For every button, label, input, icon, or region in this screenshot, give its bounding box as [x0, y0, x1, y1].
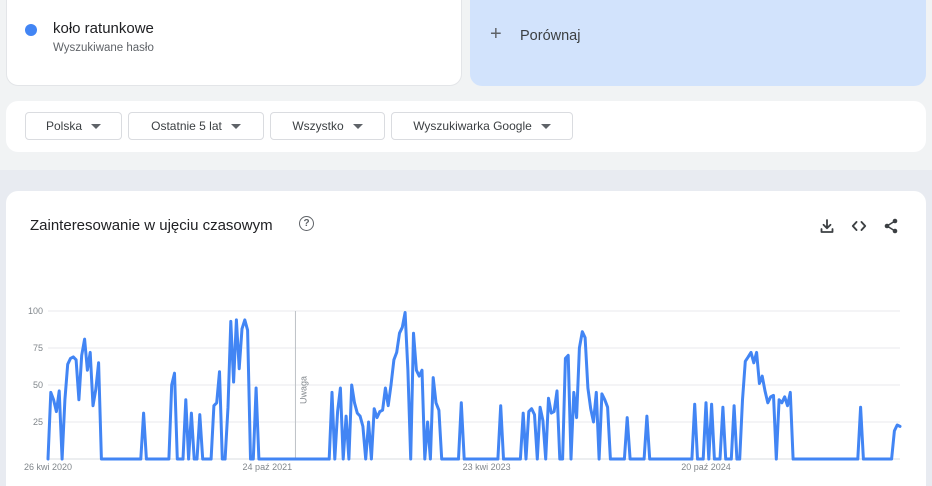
search-term-card[interactable]: koło ratunkowe Wyszukiwane hasło	[6, 0, 462, 86]
filter-category-label: Wszystko	[292, 119, 344, 133]
filter-region-dropdown[interactable]: Polska	[25, 112, 122, 140]
note-marker-label: Uwaga	[298, 376, 308, 404]
filters-bar: Polska Ostatnie 5 lat Wszystko Wyszukiwa…	[6, 101, 926, 152]
search-term-subtitle: Wyszukiwane hasło	[53, 42, 154, 54]
x-tick-label: 23 kwi 2023	[463, 462, 511, 472]
dropdown-arrow-icon	[352, 123, 363, 129]
compare-card[interactable]: + Porównaj	[470, 0, 926, 86]
dropdown-arrow-icon	[540, 123, 551, 129]
x-tick-label: 26 kwi 2020	[24, 462, 72, 472]
x-tick-label: 20 paź 2024	[681, 462, 731, 472]
interest-over-time-card: Zainteresowanie w ujęciu czasowym ? 25 50…	[6, 191, 926, 486]
plus-icon: +	[490, 23, 502, 45]
filter-category-dropdown[interactable]: Wszystko	[270, 112, 385, 140]
compare-label[interactable]: Porównaj	[520, 28, 580, 44]
filter-time-range-label: Ostatnie 5 lat	[151, 119, 222, 133]
term-color-dot	[25, 24, 37, 36]
search-term-name[interactable]: koło ratunkowe	[53, 20, 154, 37]
filter-search-type-label: Wyszukiwarka Google	[413, 119, 532, 133]
interest-line-chart[interactable]: 25 50 75 100 Uwaga 26 kwi 2020 24 paź 2021 23 k…	[6, 191, 926, 486]
filter-search-type-dropdown[interactable]: Wyszukiwarka Google	[391, 112, 573, 140]
y-tick-label: 50	[33, 380, 43, 390]
y-tick-label: 25	[33, 417, 43, 427]
x-tick-label: 24 paź 2021	[243, 462, 293, 472]
y-tick-label: 75	[33, 343, 43, 353]
filter-region-label: Polska	[45, 119, 83, 133]
filter-time-range-dropdown[interactable]: Ostatnie 5 lat	[128, 112, 264, 140]
y-tick-label: 100	[28, 306, 43, 316]
dropdown-arrow-icon	[230, 123, 241, 129]
series-line	[46, 311, 902, 461]
dropdown-arrow-icon	[91, 123, 102, 129]
